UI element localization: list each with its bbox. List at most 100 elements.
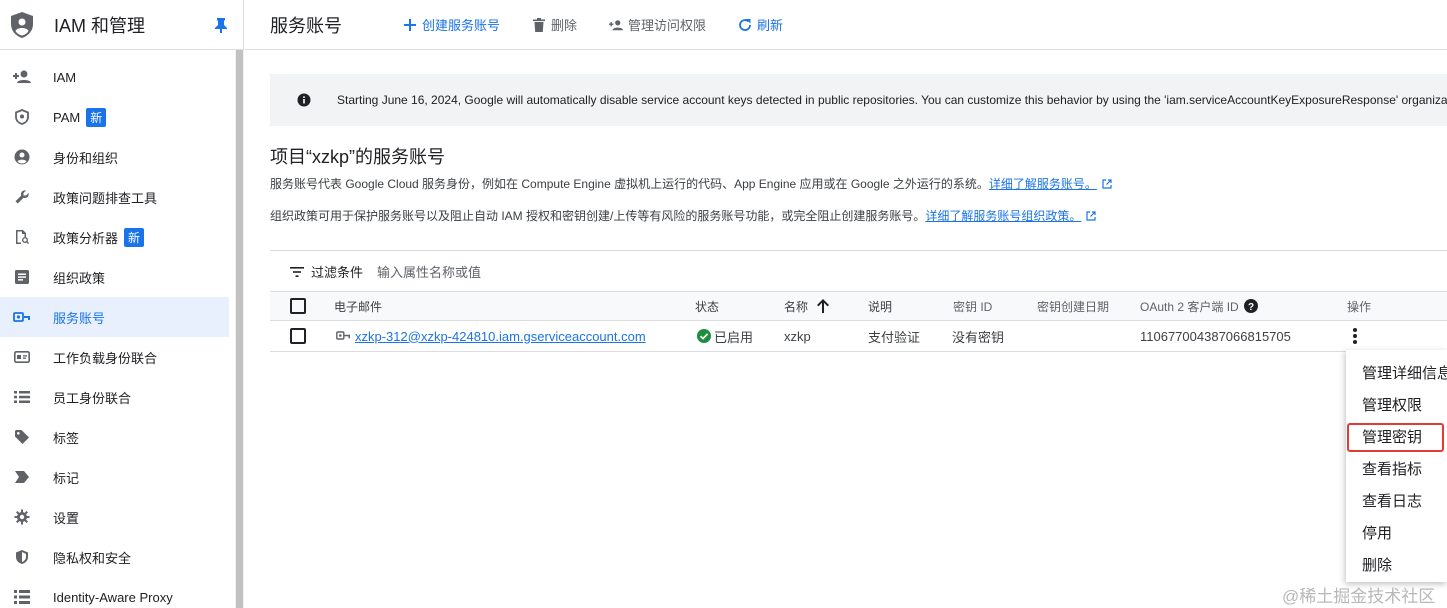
divider (270, 250, 1447, 251)
list-icon (13, 388, 31, 406)
sidebar-item-label: IAM (53, 69, 77, 85)
gear-icon (13, 508, 31, 526)
table-header: 电子邮件 状态 名称 说明 密钥 ID 密钥创建日期 OAuth 2 客户端 I… (270, 291, 1447, 321)
service-account-key-icon (336, 330, 350, 342)
status-text: 已启用 (714, 329, 754, 345)
learn-more-service-accounts-link[interactable]: 详细了解服务账号。 (989, 177, 1097, 191)
sidebar-item-identity-org[interactable]: 身份和组织 (0, 137, 234, 177)
sidebar-item-org-policies[interactable]: 组织政策 (0, 257, 234, 297)
sidebar-item-policy-troubleshooter[interactable]: 政策问题排查工具 (0, 177, 234, 217)
sidebar-item-iam[interactable]: IAM (0, 57, 234, 97)
sidebar-item-identity-aware-proxy[interactable]: Identity-Aware Proxy (0, 577, 234, 608)
sidebar-item-label: 服务账号 (53, 310, 106, 326)
column-key-created[interactable]: 密钥创建日期 (1037, 292, 1109, 320)
help-icon[interactable]: ? (1243, 299, 1258, 313)
sidebar-item-workload-identity[interactable]: 工作负载身份联合 (0, 337, 234, 377)
service-account-icon (13, 308, 31, 326)
filter-bar[interactable]: 过滤条件 输入属性名称或值 (290, 262, 481, 281)
oauth-client-id-cell: 110677004387066815705 (1140, 328, 1291, 344)
column-oauth-client-id[interactable]: OAuth 2 客户端 ID ? (1140, 292, 1258, 320)
column-actions: 操作 (1347, 299, 1372, 314)
sidebar-item-labels[interactable]: 标记 (0, 457, 234, 497)
create-label: 创建服务账号 (422, 18, 501, 33)
sidebar-item-label: 身份和组织 (53, 150, 119, 166)
sidebar-item-label: 员工身份联合 (53, 390, 132, 406)
sidebar-scrollbar[interactable] (235, 50, 244, 608)
pin-icon[interactable] (214, 17, 228, 33)
check-circle-icon (697, 329, 711, 343)
menu-item-manage-details[interactable]: 管理详细信息 (1362, 362, 1447, 383)
learn-more-org-policies-link[interactable]: 详细了解服务账号组织政策。 (925, 209, 1081, 223)
column-email[interactable]: 电子邮件 (334, 292, 382, 320)
document-search-icon (13, 228, 31, 246)
description-cell: 支付验证 (868, 329, 921, 345)
proxy-icon (13, 588, 31, 606)
row-checkbox[interactable] (290, 321, 306, 351)
sidebar-item-label: 工作负载身份联合 (53, 350, 158, 366)
sidebar-item-settings[interactable]: 设置 (0, 497, 234, 537)
sidebar-item-label: 设置 (53, 510, 80, 526)
column-name[interactable]: 名称 (784, 292, 830, 320)
external-link-icon (1102, 178, 1112, 189)
manage-access-label: 管理访问权限 (628, 18, 707, 33)
sidebar-header: IAM 和管理 (0, 0, 243, 50)
sort-arrow-up-icon[interactable] (817, 299, 830, 313)
wrench-icon (13, 188, 31, 206)
filter-input[interactable]: 输入属性名称或值 (377, 262, 481, 281)
sidebar-item-tags[interactable]: 标签 (0, 417, 234, 457)
external-link-icon (1086, 210, 1096, 221)
shield-icon (13, 108, 31, 126)
menu-item-delete[interactable]: 删除 (1362, 554, 1392, 575)
new-badge: 新 (124, 227, 145, 247)
sidebar-item-privacy-security[interactable]: 隐私权和安全 (0, 537, 234, 577)
service-account-email-link[interactable]: xzkp-312@xzkp-424810.iam.gserviceaccount… (355, 329, 646, 344)
more-actions-button[interactable] (1352, 321, 1358, 351)
banner-text: Starting June 16, 2024, Google will auto… (337, 93, 1447, 107)
sidebar-item-workforce-identity[interactable]: 员工身份联合 (0, 377, 234, 417)
name-cell: xzkp (784, 328, 811, 344)
person-add-icon (609, 18, 624, 32)
menu-item-disable[interactable]: 停用 (1362, 522, 1392, 543)
checkbox-box[interactable] (290, 328, 306, 344)
filter-label: 过滤条件 (311, 265, 364, 280)
column-description[interactable]: 说明 (868, 292, 892, 320)
id-card-icon (13, 348, 31, 366)
description-text: 组织政策可用于保护服务账号以及阻止自动 IAM 授权和密钥创建/上传等有风险的服… (270, 209, 926, 223)
status-cell: 已启用 (697, 321, 753, 351)
sidebar-item-label: 政策分析器 (53, 230, 119, 246)
svg-text:?: ? (1248, 302, 1254, 313)
manage-access-button[interactable]: 管理访问权限 (609, 15, 706, 34)
sidebar-item-label: 组织政策 (53, 270, 106, 286)
sidebar-item-label: 政策问题排查工具 (53, 190, 158, 206)
section-title: 项目“xzkp”的服务账号 (270, 147, 445, 167)
sidebar-nav: IAM PAM 新 身份和组织 政策问题排查工具 政策分析器 新 组织政策 服务… (0, 57, 234, 608)
filter-icon (290, 266, 304, 278)
column-name-label: 名称 (784, 299, 809, 314)
section-description-2: 组织政策可用于保护服务账号以及阻止自动 IAM 授权和密钥创建/上传等有风险的服… (270, 207, 1096, 224)
account-circle-icon (13, 148, 31, 166)
sidebar-item-pam[interactable]: PAM 新 (0, 97, 234, 137)
sidebar-item-policy-analyzer[interactable]: 政策分析器 新 (0, 217, 234, 257)
menu-item-view-metrics[interactable]: 查看指标 (1362, 458, 1422, 479)
column-key-id[interactable]: 密钥 ID (953, 292, 992, 320)
refresh-button[interactable]: 刷新 (738, 15, 783, 34)
security-shield-icon (13, 548, 31, 566)
sidebar-item-label: 标签 (53, 430, 80, 446)
actions-menu: 管理详细信息 管理权限 管理密钥 查看指标 查看日志 停用 删除 (1346, 350, 1447, 582)
label-icon (13, 468, 31, 486)
info-icon (297, 93, 311, 107)
refresh-label: 刷新 (757, 18, 784, 33)
sidebar-item-service-accounts[interactable]: 服务账号 (0, 297, 229, 337)
create-service-account-button[interactable]: 创建服务账号 (403, 15, 500, 34)
more-vert-icon[interactable] (1352, 327, 1358, 345)
checkbox-box[interactable] (290, 298, 306, 314)
menu-item-manage-permissions[interactable]: 管理权限 (1362, 394, 1422, 415)
select-all-checkbox[interactable] (290, 292, 306, 320)
delete-button[interactable]: 删除 (532, 15, 577, 34)
sidebar-scrollbar-thumb[interactable] (236, 50, 243, 608)
menu-item-view-logs[interactable]: 查看日志 (1362, 490, 1422, 511)
column-status[interactable]: 状态 (695, 292, 719, 320)
app-title: IAM 和管理 (54, 15, 146, 36)
watermark: @稀土掘金技术社区 (1282, 587, 1436, 606)
refresh-icon (738, 18, 752, 32)
